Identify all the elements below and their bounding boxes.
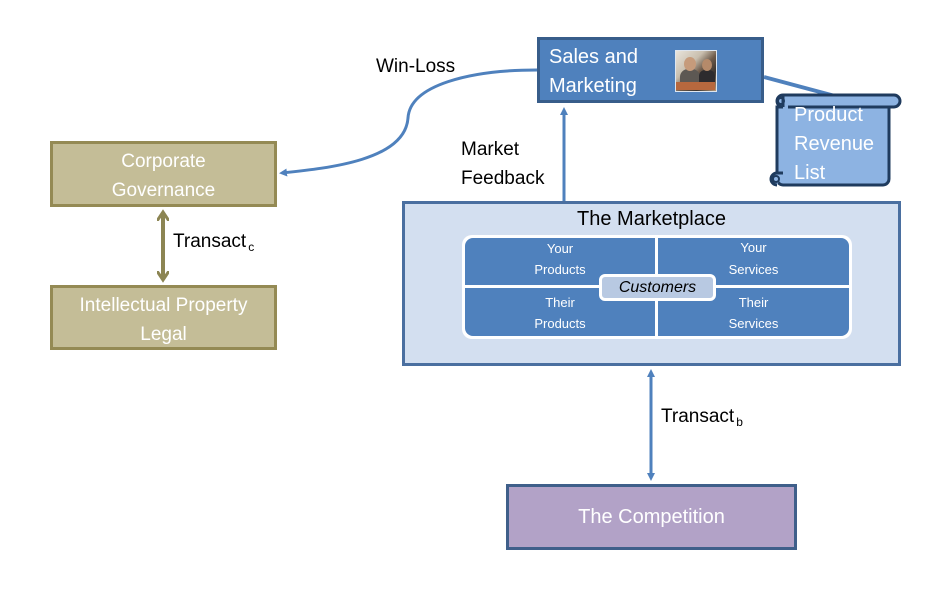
transact-c-label: Transact c bbox=[173, 227, 254, 262]
corp-label-line2: Governance bbox=[111, 180, 216, 201]
sales-and-marketing-label: Sales and Marketing bbox=[549, 43, 638, 101]
marketplace-node[interactable]: The Marketplace Your Products Your Servi… bbox=[402, 201, 901, 366]
market-feedback-line2: Feedback bbox=[461, 168, 545, 189]
business-meeting-photo-icon bbox=[675, 50, 717, 92]
market-feedback-label: Market Feedback bbox=[461, 135, 544, 193]
sales-label-line1: Sales and bbox=[549, 46, 638, 68]
quadrant-line1: Your bbox=[546, 241, 574, 256]
competition-node[interactable]: The Competition bbox=[506, 484, 797, 550]
corp-label-line1: Corporate bbox=[121, 151, 206, 172]
transact-b-text: Transact bbox=[661, 406, 735, 427]
product-revenue-list-label: Product Revenue List bbox=[794, 101, 874, 188]
list-label-line3: List bbox=[794, 162, 826, 184]
customers-center-node[interactable]: Customers bbox=[599, 274, 716, 301]
list-label-line2: Revenue bbox=[794, 133, 875, 155]
win-loss-label: Win-Loss bbox=[376, 56, 456, 77]
transact-b-label: Transact b bbox=[661, 402, 743, 437]
list-label-line1: Product bbox=[794, 104, 863, 126]
marketplace-quadrant-grid: Your Products Your Services Their Produc… bbox=[462, 235, 852, 339]
quadrant-line1: Your bbox=[740, 240, 767, 255]
ip-legal-node[interactable]: Intellectual Property Legal bbox=[50, 285, 277, 350]
ip-label-line1: Intellectual Property bbox=[79, 295, 248, 316]
sales-label-line2: Marketing bbox=[549, 75, 637, 97]
quadrant-line2: Products bbox=[534, 316, 586, 331]
corporate-governance-node[interactable]: Corporate Governance bbox=[50, 141, 277, 207]
transact-c-text: Transact bbox=[173, 231, 247, 252]
ip-label-line2: Legal bbox=[140, 324, 187, 345]
sales-and-marketing-node[interactable]: Sales and Marketing bbox=[537, 37, 764, 103]
marketplace-title: The Marketplace bbox=[577, 208, 726, 230]
quadrant-line2: Services bbox=[728, 316, 779, 331]
product-revenue-list-node[interactable]: Product Revenue List bbox=[769, 93, 902, 190]
transact-c-subscript: c bbox=[248, 240, 255, 254]
transact-b-subscript: b bbox=[736, 415, 743, 429]
market-feedback-line1: Market bbox=[461, 139, 520, 160]
